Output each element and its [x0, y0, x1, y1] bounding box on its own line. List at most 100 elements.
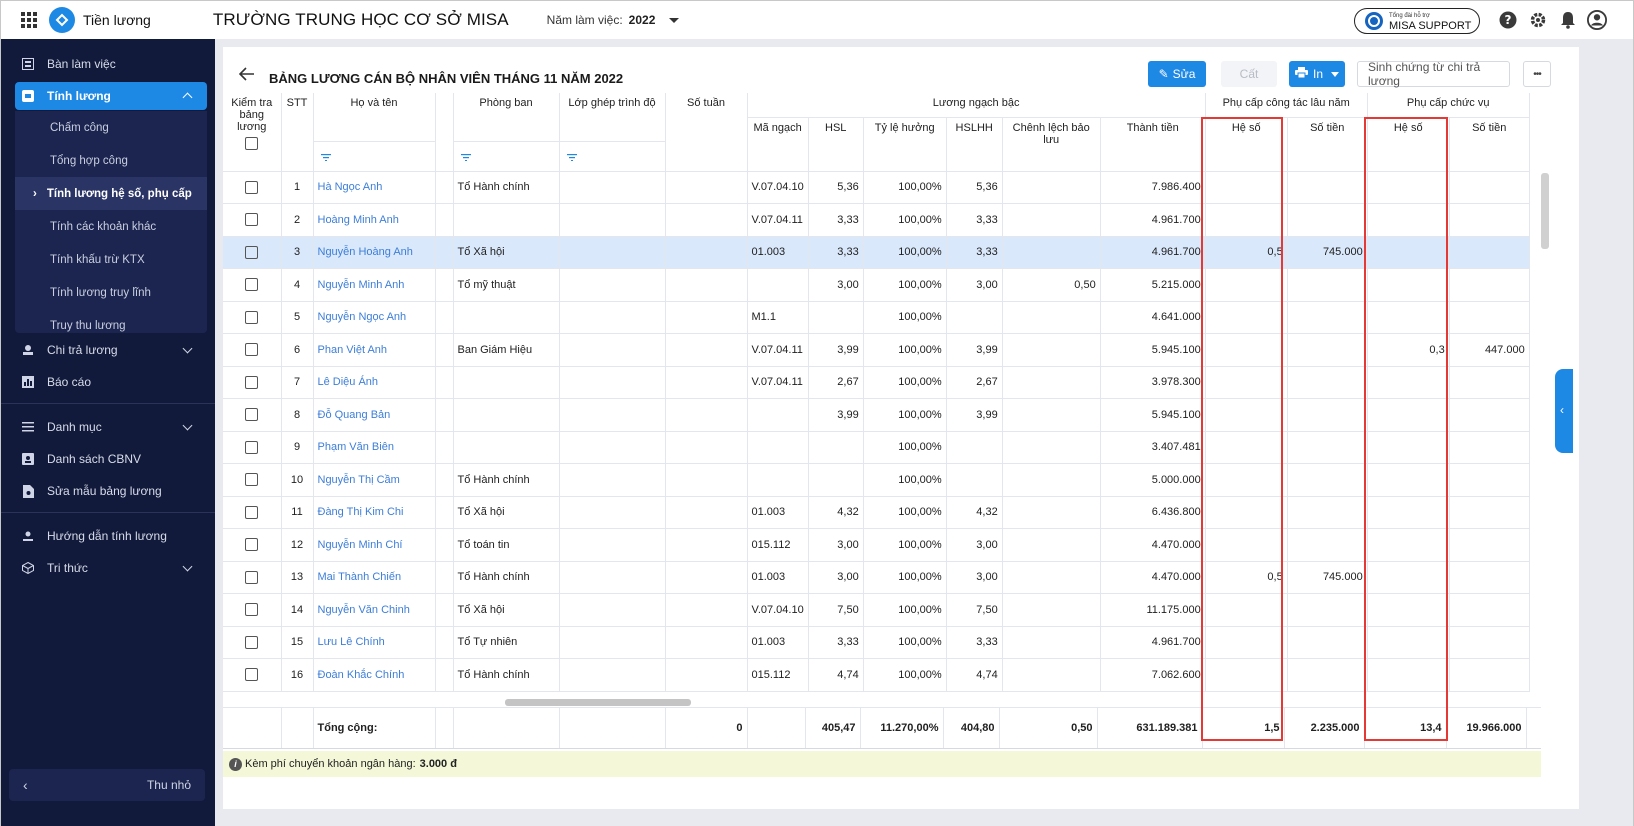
sidebar-item-staff-list[interactable]: Danh sách CBNV — [15, 445, 207, 473]
table-row[interactable]: 9 Phạm Văn Biên 100,00% 3.407.481 — [223, 431, 1530, 464]
cell-name[interactable]: Phan Việt Anh — [313, 333, 436, 367]
row-checkbox-cell[interactable] — [223, 626, 282, 659]
print-button[interactable]: In — [1289, 61, 1345, 87]
select-all-checkbox[interactable] — [245, 137, 259, 150]
row-checkbox[interactable] — [245, 538, 259, 552]
sidebar-item-knowledge[interactable]: Tri thức — [15, 554, 207, 582]
cell-name[interactable]: Đoàn Khắc Chính — [313, 658, 436, 692]
help-icon[interactable]: ? — [1498, 10, 1518, 30]
sidebar-item-dashboard[interactable]: Bàn làm việc — [15, 50, 207, 78]
cell-name[interactable]: Phạm Văn Biên — [313, 431, 436, 464]
back-arrow-icon[interactable] — [239, 67, 255, 81]
filter-icon[interactable] — [566, 152, 577, 164]
submenu-work-summary[interactable]: Tổng hợp công — [15, 144, 207, 177]
table-row[interactable]: 14 Nguyễn Văn Chinh Tổ Xã hội V.07.04.10 7,5… — [223, 593, 1530, 627]
row-checkbox-cell[interactable] — [223, 528, 282, 562]
row-checkbox[interactable] — [245, 668, 259, 682]
row-checkbox[interactable] — [245, 310, 259, 324]
support-button[interactable]: Tổng đài hỗ trợ MISA SUPPORT — [1354, 8, 1480, 34]
row-checkbox[interactable] — [245, 408, 259, 422]
cell-name[interactable]: Đỗ Quang Bản — [313, 398, 436, 432]
row-checkbox[interactable] — [245, 245, 259, 259]
table-row[interactable]: 12 Nguyễn Minh Chí Tổ toán tin 015.112 3,00 1… — [223, 528, 1530, 562]
cell-name[interactable]: Nguyễn Minh Chí — [313, 528, 436, 562]
cell-name[interactable]: Mai Thành Chiến — [313, 561, 436, 594]
edit-button[interactable]: ✎ Sửa — [1148, 61, 1206, 87]
more-options-button[interactable]: ••• — [1523, 61, 1551, 87]
cell-name[interactable]: Nguyễn Minh Anh — [313, 268, 436, 302]
row-checkbox[interactable] — [245, 603, 259, 617]
table-row[interactable]: 1 Hà Ngọc Anh Tổ Hành chính V.07.04.10 5,36 1… — [223, 171, 1530, 204]
sidebar-item-guide[interactable]: Hướng dẫn tính lương — [15, 522, 207, 550]
row-checkbox[interactable] — [245, 180, 259, 194]
row-checkbox[interactable] — [245, 440, 259, 454]
generate-voucher-button[interactable]: Sinh chứng từ chi trả lương — [1357, 60, 1510, 88]
cell-name[interactable]: Nguyễn Ngọc Anh — [313, 301, 436, 334]
sidebar-item-payroll[interactable]: Tính lương — [15, 82, 207, 110]
table-row[interactable]: 4 Nguyễn Minh Anh Tổ mỹ thuật 3,00 100,00% 3,… — [223, 268, 1530, 302]
row-checkbox[interactable] — [245, 343, 259, 357]
table-row[interactable]: 6 Phan Việt Anh Ban Giám Hiệu V.07.04.11 3,9… — [223, 333, 1530, 367]
cell-name[interactable]: Hoàng Minh Anh — [313, 203, 436, 237]
notification-bell-icon[interactable] — [1558, 10, 1578, 30]
row-checkbox[interactable] — [245, 375, 259, 389]
sidebar-item-catalog[interactable]: Danh mục — [15, 413, 207, 441]
table-row[interactable]: 5 Nguyễn Ngọc Anh M1.1 100,00% 4.641.000 — [223, 301, 1530, 334]
collapse-sidebar-button[interactable]: ‹ Thu nhỏ — [9, 769, 205, 801]
table-row[interactable]: 13 Mai Thành Chiến Tổ Hành chính 01.003 3,00… — [223, 561, 1530, 594]
filter-icon[interactable] — [320, 152, 331, 164]
table-row[interactable]: 3 Nguyễn Hoàng Anh Tổ Xã hội 01.003 3,33 100,… — [223, 236, 1530, 269]
cell-name[interactable]: Hà Ngọc Anh — [313, 171, 436, 204]
vertical-scrollbar[interactable] — [1541, 173, 1549, 249]
row-checkbox-cell[interactable] — [223, 431, 282, 464]
table-row[interactable]: 8 Đỗ Quang Bản 3,99 100,00% 3,99 5.945.100 — [223, 398, 1530, 432]
year-dropdown-icon[interactable] — [669, 17, 680, 23]
year-value[interactable]: 2022 — [629, 13, 656, 27]
row-checkbox-cell[interactable] — [223, 463, 282, 497]
row-checkbox[interactable] — [245, 278, 259, 292]
row-checkbox-cell[interactable] — [223, 268, 282, 302]
table-row[interactable]: 11 Đàng Thị Kim Chi Tổ Xã hội 01.003 4,32 100… — [223, 496, 1530, 529]
table-row[interactable]: 16 Đoàn Khắc Chính Tổ Hành chính 015.112 4,7… — [223, 658, 1530, 692]
table-row[interactable]: 2 Hoàng Minh Anh V.07.04.11 3,33 100,00% 3,33… — [223, 203, 1530, 237]
row-checkbox[interactable] — [245, 570, 259, 584]
user-avatar-icon[interactable] — [1587, 10, 1607, 30]
cell-name[interactable]: Lưu Lê Chính — [313, 626, 436, 659]
row-checkbox-cell[interactable] — [223, 496, 282, 529]
submenu-back-pay[interactable]: Tính lương truy lĩnh — [15, 276, 207, 309]
side-panel-toggle[interactable]: ‹ — [1555, 369, 1573, 453]
row-checkbox-cell[interactable] — [223, 203, 282, 237]
row-checkbox-cell[interactable] — [223, 301, 282, 334]
filter-icon[interactable] — [460, 152, 471, 164]
row-checkbox[interactable] — [245, 213, 259, 227]
row-checkbox[interactable] — [245, 473, 259, 487]
sidebar-item-report[interactable]: Báo cáo — [15, 368, 207, 396]
cell-name[interactable]: Nguyễn Hoàng Anh — [313, 236, 436, 269]
submenu-other-items[interactable]: Tính các khoản khác — [15, 210, 207, 243]
save-button[interactable]: Cất — [1221, 61, 1277, 87]
app-grid-icon[interactable] — [21, 12, 37, 28]
cell-name[interactable]: Nguyễn Thị Cầm — [313, 463, 436, 497]
submenu-timekeeping[interactable]: Chấm công — [15, 111, 207, 144]
cell-name[interactable]: Lê Diệu Ánh — [313, 366, 436, 399]
settings-gear-icon[interactable] — [1528, 10, 1548, 30]
horizontal-scrollbar[interactable] — [505, 699, 691, 706]
cell-name[interactable]: Nguyễn Văn Chinh — [313, 593, 436, 627]
row-checkbox[interactable] — [245, 505, 259, 519]
row-checkbox-cell[interactable] — [223, 658, 282, 692]
cell-name[interactable]: Đàng Thị Kim Chi — [313, 496, 436, 529]
row-checkbox-cell[interactable] — [223, 333, 282, 367]
table-row[interactable]: 7 Lê Diệu Ánh V.07.04.11 2,67 100,00% 2,67 3.9… — [223, 366, 1530, 399]
sidebar-item-template[interactable]: Sửa mẫu bảng lương — [15, 477, 207, 505]
submenu-dorm-deduction[interactable]: Tính khấu trừ KTX — [15, 243, 207, 276]
row-checkbox-cell[interactable] — [223, 593, 282, 627]
row-checkbox[interactable] — [245, 635, 259, 649]
table-row[interactable]: 15 Lưu Lê Chính Tổ Tự nhiên 01.003 3,33 100,0… — [223, 626, 1530, 659]
row-checkbox-cell[interactable] — [223, 561, 282, 594]
row-checkbox-cell[interactable] — [223, 398, 282, 432]
submenu-coefficient-salary[interactable]: › Tính lương hệ số, phụ cấp — [15, 177, 207, 210]
row-checkbox-cell[interactable] — [223, 366, 282, 399]
table-row[interactable]: 10 Nguyễn Thị Cầm Tổ Hành chính 100,00% 5.00… — [223, 463, 1530, 497]
sidebar-item-payment[interactable]: Chi trả lương — [15, 336, 207, 364]
row-checkbox-cell[interactable] — [223, 236, 282, 269]
